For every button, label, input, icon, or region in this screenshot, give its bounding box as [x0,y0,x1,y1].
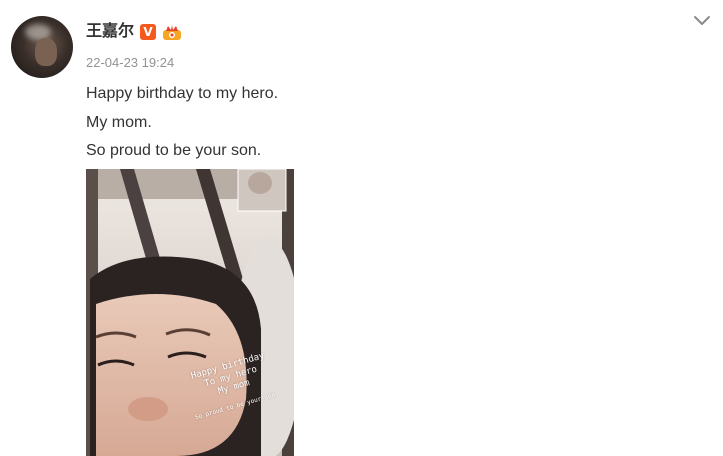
post-text-line: My mom. [86,113,152,131]
crown-badge-icon[interactable] [162,24,182,41]
verified-v-icon[interactable]: V [140,24,157,40]
post-timestamp[interactable]: 22-04-23 19:24 [86,55,174,70]
chevron-down-icon[interactable] [693,14,711,28]
author-row: 王嘉尔 V [86,22,182,42]
avatar[interactable] [11,16,73,78]
post-photo[interactable] [86,169,294,456]
post-text-line: Happy birthday to my hero. [86,85,279,102]
author-name[interactable]: 王嘉尔 [86,22,134,42]
photo-illustration [86,169,294,456]
post-text-line: So proud to be your son. [86,142,262,159]
post-text: Happy birthday to my hero. My mom. So pr… [86,80,278,166]
avatar-face-shape [35,38,57,66]
